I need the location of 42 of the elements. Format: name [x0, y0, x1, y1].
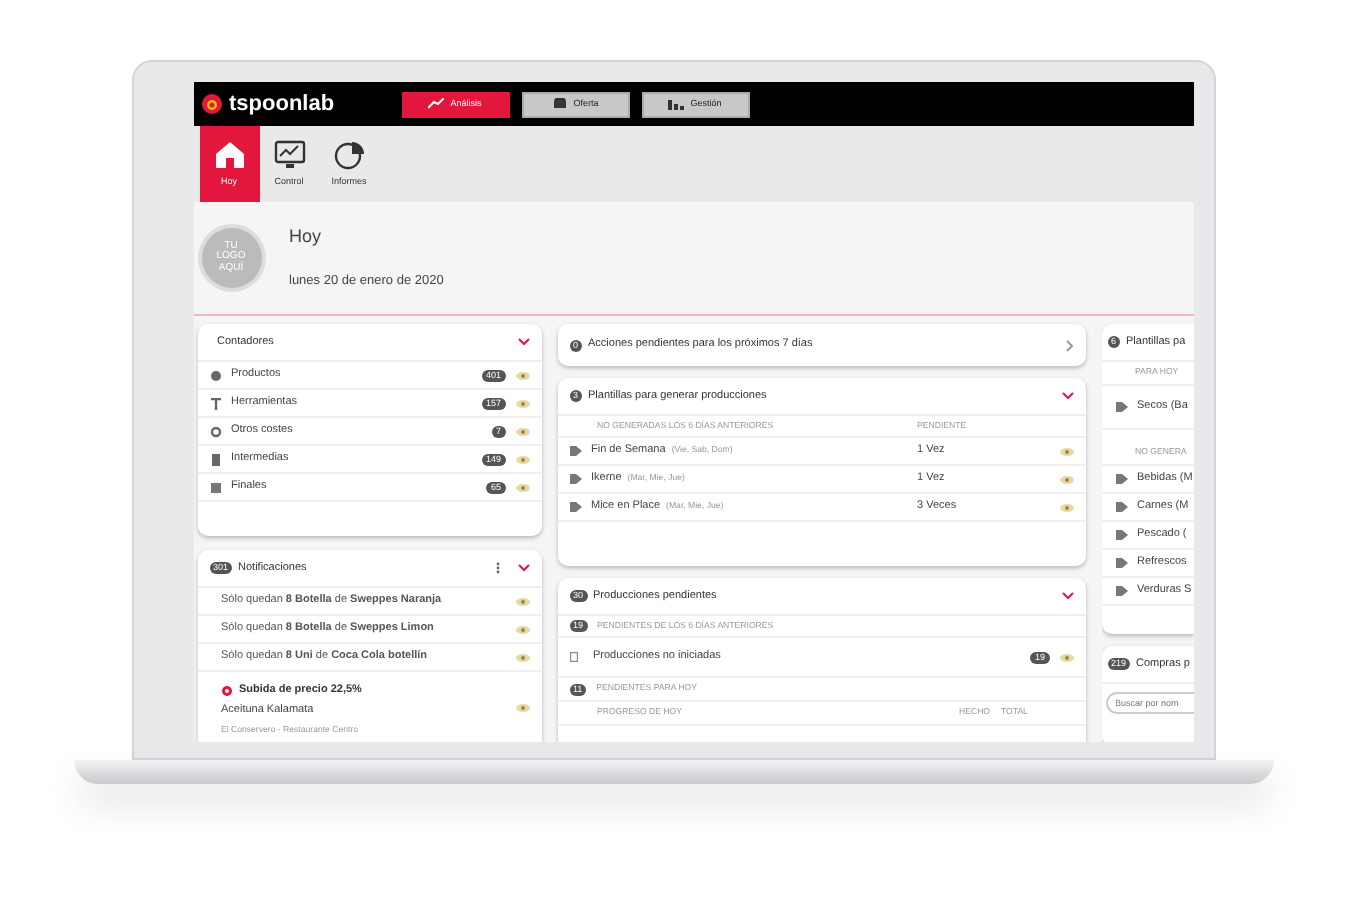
- eye-icon: [1059, 447, 1073, 455]
- dot-icon: [209, 369, 221, 381]
- eye-icon: [515, 653, 529, 661]
- tag-icon: [569, 502, 581, 512]
- document-icon: [209, 453, 221, 465]
- pie-chart-icon: [333, 139, 365, 170]
- tag-icon: [1115, 558, 1127, 568]
- t-letter-icon: [209, 397, 221, 409]
- chevron-down-icon: [517, 338, 529, 346]
- box-icon: [209, 481, 221, 493]
- eye-icon: [515, 371, 529, 379]
- eye-icon: [515, 625, 529, 633]
- trend-icon: [428, 98, 445, 110]
- eye-icon: [515, 427, 529, 435]
- tag-icon: [569, 474, 581, 484]
- alert-icon: [221, 685, 231, 696]
- eye-icon: [515, 455, 529, 463]
- chevron-down-icon: [1061, 592, 1073, 600]
- tag-icon: [1115, 586, 1127, 596]
- eye-icon: [515, 597, 529, 605]
- tag-icon: [1115, 474, 1127, 484]
- monitor-icon: [273, 139, 305, 170]
- chevron-down-icon: [517, 564, 529, 572]
- eye-icon: [515, 704, 529, 713]
- eye-icon: [515, 399, 529, 407]
- chevron-down-icon: [1061, 392, 1073, 400]
- brand-logo-icon: [201, 94, 221, 114]
- eye-icon: [1059, 503, 1073, 511]
- bar-chart-icon: [668, 98, 685, 110]
- eye-icon: [1059, 653, 1073, 661]
- brand-name: tspoonlab: [229, 93, 335, 115]
- tag-icon: [1115, 402, 1127, 412]
- tag-icon: [569, 446, 581, 456]
- eye-icon: [515, 483, 529, 491]
- tag-icon: [1115, 530, 1127, 540]
- tag-icon: [1115, 502, 1127, 512]
- page-title: Hoy: [289, 224, 324, 251]
- clipboard-icon: [569, 652, 577, 662]
- ring-icon: [209, 425, 221, 437]
- eye-icon: [1059, 475, 1073, 483]
- home-icon: [213, 139, 245, 170]
- chevron-right-icon: [1065, 339, 1073, 351]
